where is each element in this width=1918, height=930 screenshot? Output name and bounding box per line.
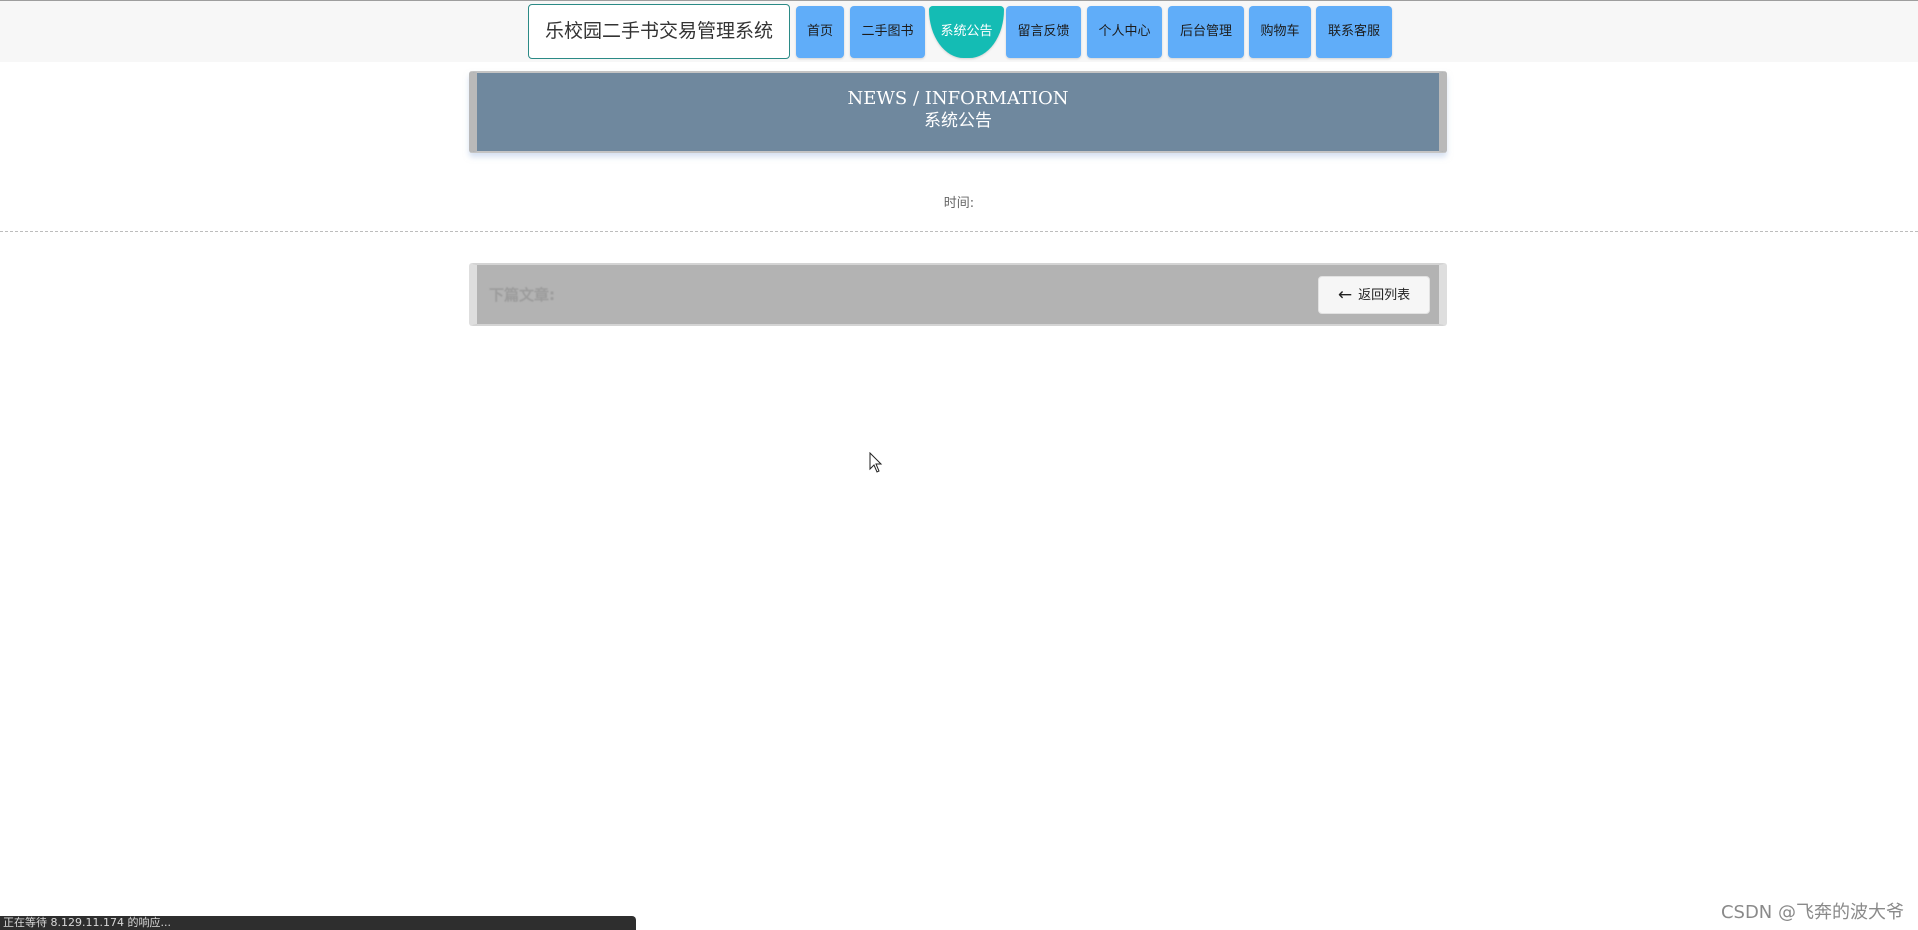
nav-cart[interactable]: 购物车 — [1249, 6, 1311, 58]
arrow-left-icon: ← — [1337, 285, 1353, 305]
mouse-cursor-icon — [869, 452, 883, 473]
top-navigation-bar: 乐校园二手书交易管理系统 首页 二手图书 系统公告 留言反馈 个人中心 后台管理… — [0, 0, 1918, 62]
article-time: 时间: — [943, 196, 975, 211]
nav-home[interactable]: 首页 — [796, 6, 844, 58]
nav-announcements[interactable]: 系统公告 — [929, 6, 1004, 58]
section-banner: NEWS / INFORMATION 系统公告 — [469, 71, 1447, 153]
site-title[interactable]: 乐校园二手书交易管理系统 — [528, 4, 790, 59]
nav-used-books[interactable]: 二手图书 — [850, 6, 925, 58]
nav-admin[interactable]: 后台管理 — [1168, 6, 1244, 58]
divider — [0, 231, 1918, 232]
watermark: CSDN @飞奔的波大爷 — [1720, 902, 1904, 923]
article-navigation-bar: 下篇文章: ← 返回列表 — [469, 263, 1447, 326]
next-article-label[interactable]: 下篇文章: — [489, 284, 555, 305]
banner-title-en: NEWS / INFORMATION — [847, 88, 1069, 109]
nav-contact-service[interactable]: 联系客服 — [1316, 6, 1392, 58]
browser-status-bar: 正在等待 8.129.11.174 的响应... — [0, 916, 636, 930]
nav-feedback[interactable]: 留言反馈 — [1006, 6, 1081, 58]
back-to-list-button[interactable]: ← 返回列表 — [1318, 276, 1430, 314]
nav-personal-center[interactable]: 个人中心 — [1087, 6, 1162, 58]
banner-title-cn: 系统公告 — [924, 111, 992, 131]
back-to-list-label: 返回列表 — [1358, 288, 1411, 303]
page: 乐校园二手书交易管理系统 首页 二手图书 系统公告 留言反馈 个人中心 后台管理… — [0, 0, 1918, 930]
